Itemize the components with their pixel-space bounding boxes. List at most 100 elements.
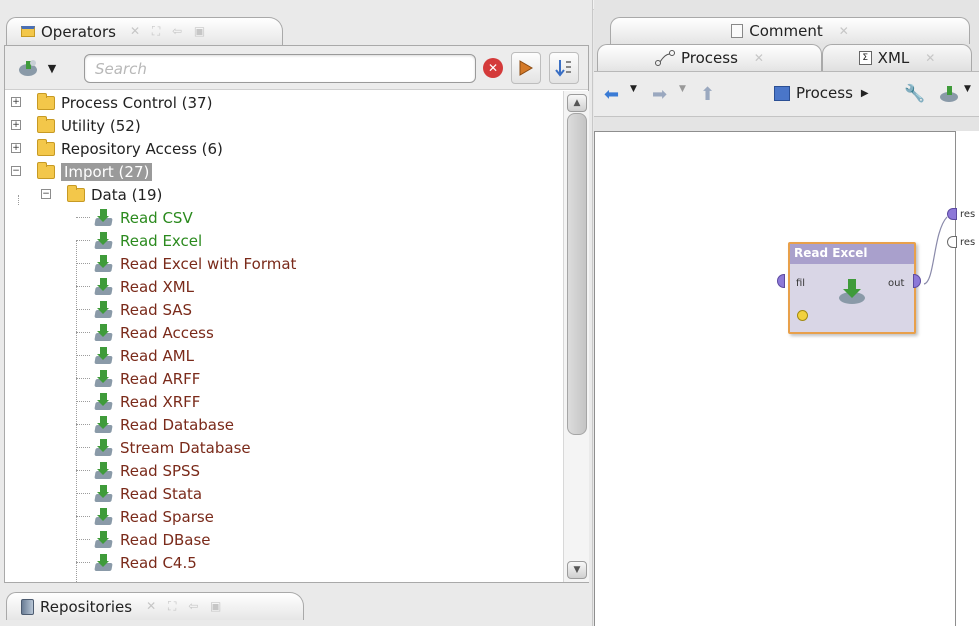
back-arrow-icon[interactable]: ⬅ [604, 84, 619, 105]
tree-operator-read-sparse[interactable]: Read Sparse [76, 505, 214, 528]
tree-branch [76, 355, 90, 356]
operator-label: Read Excel [120, 231, 203, 250]
read-operator-icon [94, 507, 114, 526]
up-arrow-icon[interactable]: ⬆ [700, 84, 715, 105]
collapse-icon[interactable]: − [41, 189, 51, 199]
read-operator-icon [94, 231, 114, 250]
chevron-down-icon[interactable]: ▼ [630, 84, 637, 94]
read-operator-icon [94, 438, 114, 457]
tree-branch [76, 470, 90, 471]
scroll-thumb[interactable] [567, 113, 587, 435]
operator-read-excel[interactable]: Read Excel fil out [788, 242, 916, 334]
close-icon[interactable]: ✕ [925, 51, 935, 65]
tree-operator-stream-database[interactable]: Stream Database [76, 436, 251, 459]
folder-icon [37, 138, 55, 156]
tree-branch [76, 309, 90, 310]
expand-icon[interactable]: + [11, 97, 21, 107]
tree-operator-read-excel[interactable]: Read Excel [76, 229, 202, 252]
input-port-label: fil [796, 278, 806, 289]
tree-operator-read-excel-with-format[interactable]: Read Excel with Format [76, 252, 296, 275]
tree-folder-data[interactable]: − Data (19) [41, 183, 162, 206]
operator-label: Read C4.5 [120, 553, 197, 572]
operator-label: Read SAS [120, 300, 193, 319]
read-operator-icon [94, 208, 114, 227]
tree-folder-utility[interactable]: + Utility (52) [11, 114, 141, 137]
tab-controls-icon[interactable]: ✕ ⛶ ⇦ ▣ [130, 24, 209, 39]
tab-operators[interactable]: Operators ✕ ⛶ ⇦ ▣ [6, 17, 283, 45]
chevron-down-icon[interactable]: ▼ [39, 55, 65, 81]
process-canvas[interactable] [594, 131, 956, 626]
tree-operator-read-spss[interactable]: Read SPSS [76, 459, 200, 482]
tab-xml[interactable]: Σ XML ✕ [822, 44, 972, 71]
new-operator-icon[interactable] [15, 55, 41, 81]
folder-icon [37, 92, 55, 110]
tree-folder-repository-access[interactable]: + Repository Access (6) [11, 137, 223, 160]
expand-icon[interactable]: + [11, 143, 21, 153]
operator-label: Read ARFF [120, 369, 201, 388]
sort-icon [555, 60, 571, 77]
process-breadcrumb-icon [774, 85, 790, 101]
operator-tree: + Process Control (37) + Utility (52) + … [5, 91, 563, 582]
tree-operator-read-aml[interactable]: Read AML [76, 344, 194, 367]
clear-search-icon[interactable]: ✕ [483, 58, 503, 78]
tab-process[interactable]: Process ✕ [597, 44, 822, 71]
tree-branch [76, 240, 90, 241]
operator-label: Read SPSS [120, 461, 201, 480]
tree-scrollbar[interactable]: ▲ ▼ [563, 91, 589, 582]
tree-branch [76, 286, 90, 287]
tree-operator-read-csv[interactable]: Read CSV [76, 206, 193, 229]
result-port-2[interactable] [947, 236, 957, 248]
tree-folder-process-control[interactable]: + Process Control (37) [11, 91, 212, 114]
add-operator-icon[interactable] [938, 84, 960, 104]
input-port[interactable] [777, 274, 785, 288]
read-operator-icon [94, 392, 114, 411]
repository-icon [21, 598, 34, 615]
tree-operator-read-xrff[interactable]: Read XRFF [76, 390, 200, 413]
operator-label: Read AML [120, 346, 195, 365]
tab-repositories[interactable]: Repositories ✕ ⛶ ⇦ ▣ [6, 592, 304, 620]
result-port-label: res [960, 209, 976, 220]
scroll-down-icon[interactable]: ▼ [567, 561, 587, 579]
tree-operator-read-c45[interactable]: Read C4.5 [76, 551, 197, 574]
tree-operator-read-stata[interactable]: Read Stata [76, 482, 202, 505]
scroll-up-icon[interactable]: ▲ [567, 94, 587, 112]
canvas-edge [956, 131, 979, 626]
tree-operator-read-dbase[interactable]: Read DBase [76, 528, 211, 551]
tab-controls-icon[interactable]: ✕ ⛶ ⇦ ▣ [146, 599, 225, 614]
folder-icon [37, 115, 55, 133]
operator-label: Read Stata [120, 484, 203, 503]
tree-folder-label: Import (27) [61, 162, 153, 181]
folder-open-icon [37, 161, 55, 179]
wrench-icon[interactable]: 🔧 [904, 84, 925, 104]
tree-operator-read-xml[interactable]: Read XML [76, 275, 194, 298]
tab-process-label: Process [681, 49, 738, 67]
repositories-tab-label: Repositories [40, 597, 133, 616]
process-panel: Comment ✕ Process ✕ Σ XML ✕ ⬅ ▼ ➡ ▼ ⬆ Pr… [594, 0, 979, 626]
filter-button[interactable] [511, 52, 541, 84]
tree-branch [76, 378, 90, 379]
tree-operator-read-sas[interactable]: Read SAS [76, 298, 192, 321]
chevron-down-icon[interactable]: ▼ [964, 84, 971, 94]
result-port-1[interactable] [947, 208, 957, 220]
close-icon[interactable]: ✕ [839, 24, 849, 38]
read-operator-icon [836, 276, 868, 306]
tree-folder-import[interactable]: − Import (27) [11, 160, 153, 183]
tree-branch [76, 539, 90, 540]
tree-folder-label: Process Control (37) [61, 93, 213, 112]
operators-content: ▼ Search ✕ + Process Control (37) + Util… [4, 45, 589, 583]
search-input[interactable]: Search [84, 54, 476, 83]
sort-button[interactable] [549, 52, 579, 84]
tree-guide [18, 195, 19, 205]
tree-operator-read-access[interactable]: Read Access [76, 321, 214, 344]
breadcrumb-process[interactable]: Process ▶ [774, 84, 869, 102]
chevron-down-icon[interactable]: ▼ [679, 84, 686, 94]
tree-folder-label: Repository Access (6) [61, 139, 223, 158]
forward-arrow-icon[interactable]: ➡ [652, 84, 667, 105]
tab-comment[interactable]: Comment ✕ [610, 17, 970, 44]
close-icon[interactable]: ✕ [754, 51, 764, 65]
tree-branch [76, 217, 90, 218]
tree-operator-read-arff[interactable]: Read ARFF [76, 367, 200, 390]
tree-operator-read-database[interactable]: Read Database [76, 413, 234, 436]
collapse-icon[interactable]: − [11, 166, 21, 176]
expand-icon[interactable]: + [11, 120, 21, 130]
